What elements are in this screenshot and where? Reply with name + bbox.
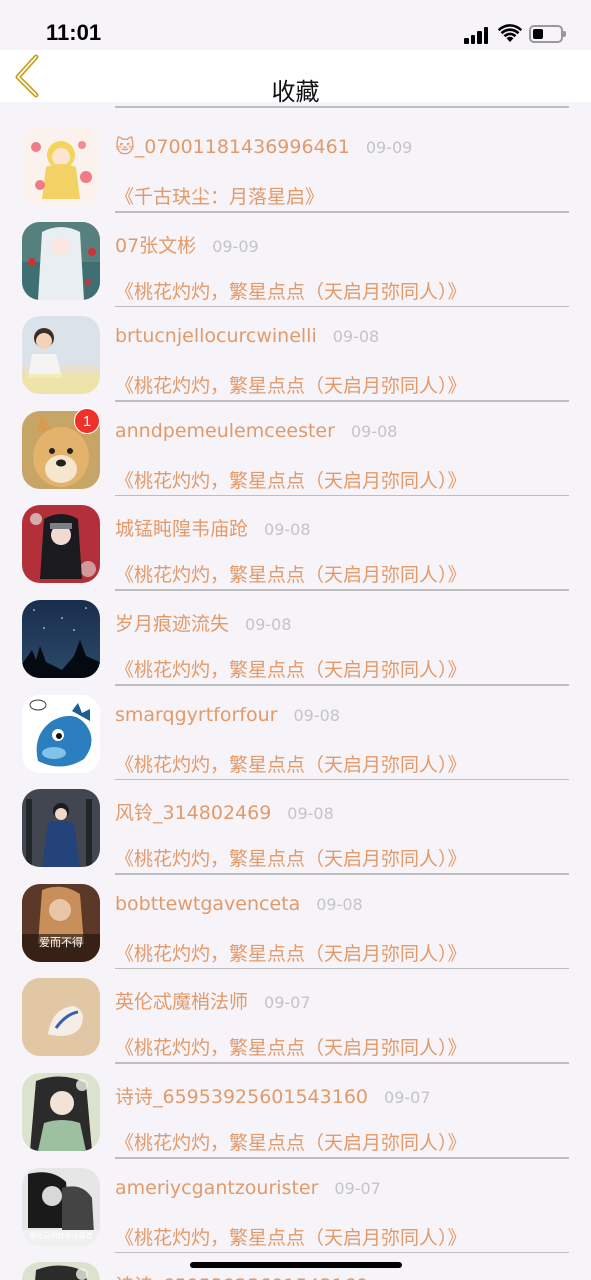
user-name-text: 07张文彬	[115, 234, 197, 257]
work-title-link[interactable]: 《桃花灼灼，繁星点点（天启月弥同人）》	[115, 1223, 467, 1250]
status-bar: 11:01	[0, 0, 591, 50]
date-label: 09-07	[334, 1178, 381, 1198]
list-item[interactable]: brtucnjellocurcwinelli 09-08 《桃花灼灼，繁星点点（天启…	[0, 301, 591, 402]
list-item[interactable]: 1 anndpemeulemceester 09-08 《桃花灼灼，繁星点点（天启月弥…	[0, 396, 591, 497]
work-title-link[interactable]: 《桃花灼灼，繁星点点（天启月弥同人）》	[115, 277, 467, 304]
work-title-link[interactable]: 《桃花灼灼，繁星点点（天启月弥同人）》	[115, 844, 467, 871]
user-name-text: 诗诗_65953925601543160	[115, 1086, 369, 1108]
user-name[interactable]: 诗诗_65953925601543160 09-07	[115, 1082, 431, 1109]
list-item[interactable]: 诗诗_65953925601543160 09-07 《桃花灼灼，繁星点点（天启月弥…	[0, 1058, 591, 1159]
user-name[interactable]: anndpemeulemceester 09-08	[115, 420, 397, 442]
date-label: 09-08	[245, 615, 292, 634]
unread-badge: 1	[74, 407, 100, 434]
user-name-text: ameriycgantzourister	[115, 1176, 319, 1199]
user-name[interactable]: 🐱_07001181436996461 09-09	[115, 136, 412, 158]
work-title-link[interactable]: 《千古玦尘：月落星启》	[115, 182, 324, 209]
list-item[interactable]: 岁月痕迹流失 09-08 《桃花灼灼，繁星点点（天启月弥同人）》	[0, 585, 591, 686]
date-label: 09-08	[293, 705, 340, 725]
avatar[interactable]	[22, 127, 100, 205]
date-label: 09-08	[264, 520, 311, 540]
user-name-text: anndpemeulemceester	[115, 419, 335, 442]
status-time: 11:01	[46, 20, 102, 45]
list-item[interactable]: 风铃_314802469 09-08 《桃花灼灼，繁星点点（天启月弥同人）》	[0, 774, 591, 875]
work-title-link[interactable]: 《桃花灼灼，繁星点点（天启月弥同人）》	[115, 1128, 467, 1155]
user-name[interactable]: 岁月痕迹流失 09-08	[115, 609, 292, 636]
avatar[interactable]	[22, 505, 100, 584]
work-title-link[interactable]: 《桃花灼灼，繁星点点（天启月弥同人）》	[115, 939, 467, 966]
user-name-text: 岁月痕迹流失	[115, 613, 230, 635]
avatar[interactable]	[22, 316, 100, 395]
avatar[interactable]	[22, 600, 100, 678]
list-item[interactable]: 城锰盹隍韦庙跄 09-08 《桃花灼灼，繁星点点（天启月弥同人）》	[0, 490, 591, 591]
list-item[interactable]: 爱而不得 bobttewtgavenceta 09-08 《桃花灼灼，繁星点点（天启月…	[0, 869, 591, 970]
list-item[interactable]: 现在玩的就是没感觉 ameriycgantzourister 09-07 《桃花灼灼，…	[0, 1153, 591, 1254]
work-title-link[interactable]: 《桃花灼灼，繁星点点（天启月弥同人）》	[115, 560, 467, 587]
user-name-text: brtucnjellocurcwinelli	[115, 325, 317, 348]
navigation-bar: 收藏	[0, 50, 591, 106]
date-label: 09-07	[384, 1088, 431, 1107]
user-name[interactable]: 诗诗_6595392560154316009-07	[115, 1271, 431, 1280]
user-name[interactable]: 07张文彬 09-09	[115, 231, 259, 258]
date-label: 09-08	[350, 421, 398, 441]
work-title-link[interactable]: 《桃花灼灼，繁星点点（天启月弥同人）》	[115, 371, 467, 398]
user-name-text: 诗诗_65953925601543160	[115, 1275, 368, 1280]
user-name[interactable]: brtucnjellocurcwinelli 09-08	[115, 325, 379, 347]
date-label: 09-08	[316, 894, 363, 914]
cellular-signal-icon	[464, 26, 490, 44]
svg-text:现在玩的就是没感觉: 现在玩的就是没感觉	[30, 1231, 93, 1240]
user-name[interactable]: smarqgyrtforfour 09-08	[115, 704, 340, 726]
wifi-icon	[498, 24, 522, 42]
avatar[interactable]	[22, 789, 100, 868]
user-name-text: smarqgyrtforfour	[115, 703, 278, 726]
user-name[interactable]: 风铃_314802469 09-08	[115, 798, 334, 825]
avatar[interactable]	[22, 978, 100, 1057]
work-title-link[interactable]: 《桃花灼灼，繁星点点（天启月弥同人）》	[115, 750, 467, 777]
page-title: 收藏	[271, 78, 320, 106]
user-name[interactable]: bobttewtgavenceta 09-08	[115, 893, 363, 915]
date-label: 09-07	[264, 993, 311, 1013]
avatar[interactable]: 现在玩的就是没感觉	[22, 1167, 100, 1246]
date-label: 09-09	[365, 138, 413, 157]
work-title-link[interactable]: 《桃花灼灼，繁星点点（天启月弥同人）》	[115, 466, 467, 493]
date-label: 09-08	[287, 804, 334, 824]
battery-icon	[529, 25, 566, 43]
avatar[interactable]	[22, 694, 100, 773]
user-name-text: 英伦忒魔梢法师	[115, 991, 249, 1014]
list-item[interactable]: smarqgyrtforfour 09-08 《桃花灼灼，繁星点点（天启月弥同人）》	[0, 680, 591, 781]
work-title-link[interactable]: 《桃花灼灼，繁星点点（天启月弥同人）》	[115, 655, 467, 682]
list-item[interactable]: 07张文彬 09-09 《桃花灼灼，繁星点点（天启月弥同人）》	[0, 207, 591, 308]
avatar[interactable]	[22, 1073, 100, 1151]
list-item[interactable]: 英伦忒魔梢法师 09-07 《桃花灼灼，繁星点点（天启月弥同人）》	[0, 963, 591, 1064]
home-indicator	[190, 1262, 402, 1268]
avatar[interactable]	[22, 1262, 100, 1280]
date-label: 09-08	[332, 327, 380, 347]
list-item[interactable]: 🐱_07001181436996461 09-09 《千古玦尘：月落星启》	[0, 112, 591, 213]
user-name[interactable]: ameriycgantzourister 09-07	[115, 1177, 381, 1199]
user-name-text: 风铃_314802469	[115, 802, 272, 825]
user-name[interactable]: 英伦忒魔梢法师 09-07	[115, 987, 311, 1014]
work-title-link[interactable]: 《桃花灼灼，繁星点点（天启月弥同人）》	[115, 1033, 467, 1060]
avatar[interactable]	[22, 221, 100, 300]
user-name[interactable]: 城锰盹隍韦庙跄 09-08	[115, 514, 311, 541]
favorites-list: 🐱_07001181436996461 09-09 《千古玦尘：月落星启》 07张文…	[0, 102, 591, 1280]
user-name-text: bobttewtgavenceta	[115, 892, 301, 915]
user-name-text: 🐱_07001181436996461	[115, 136, 350, 158]
date-label: 09-09	[212, 236, 259, 256]
svg-text:爱而不得: 爱而不得	[39, 936, 83, 949]
avatar[interactable]: 爱而不得	[22, 883, 100, 962]
user-name-text: 城锰盹隍韦庙跄	[115, 518, 249, 541]
